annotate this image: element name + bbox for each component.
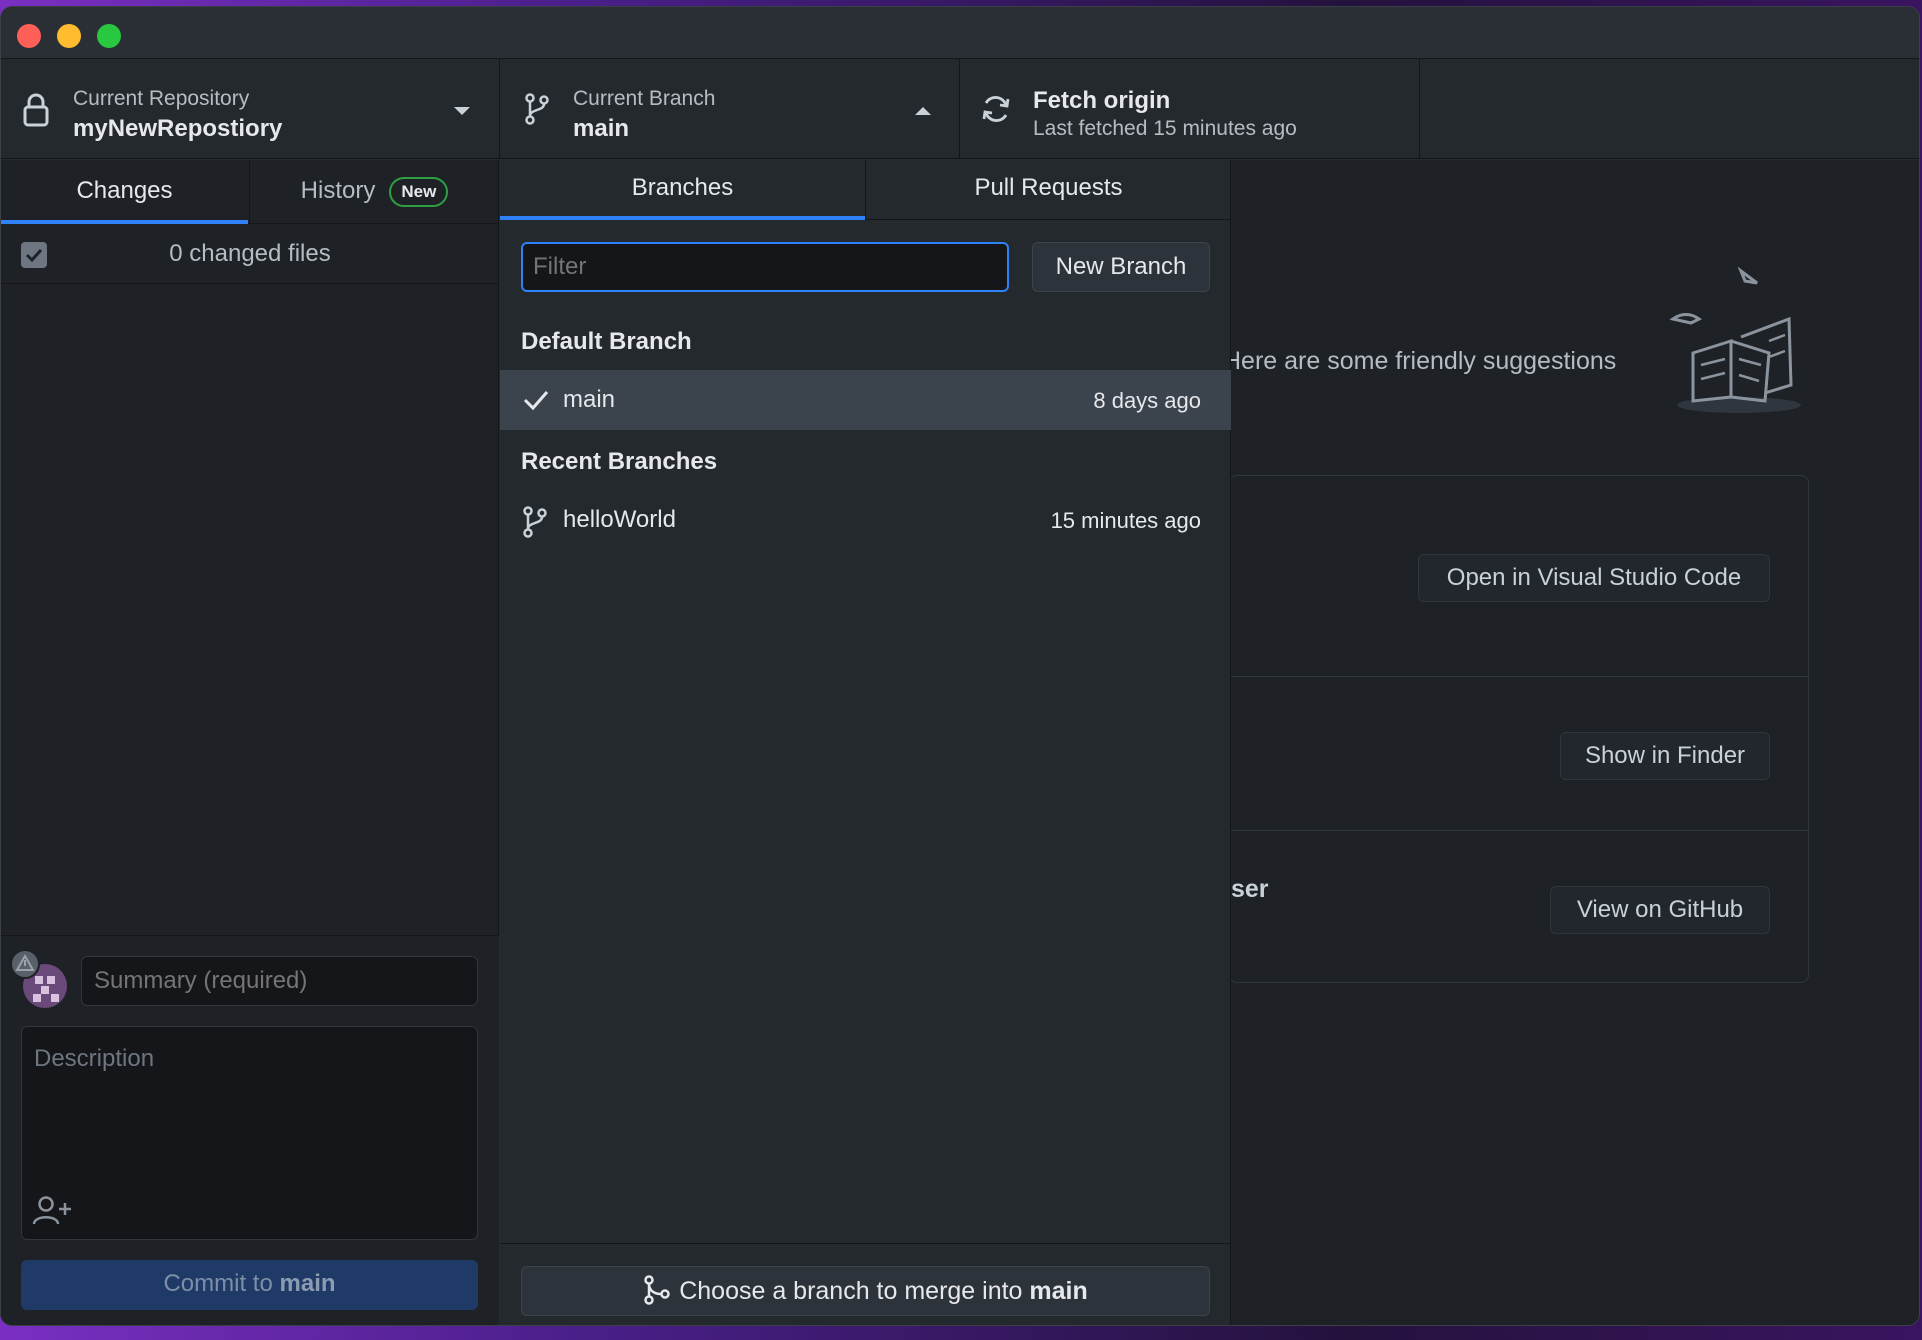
sidebar-tabs: Changes History New bbox=[1, 160, 499, 224]
repository-name: myNewRepostiory bbox=[73, 115, 283, 142]
tab-branches[interactable]: Branches bbox=[500, 160, 865, 220]
card-divider bbox=[1230, 676, 1808, 677]
fetch-title: Fetch origin bbox=[1033, 87, 1171, 114]
open-in-editor-button[interactable]: Open in Visual Studio Code bbox=[1418, 554, 1770, 602]
suggestions-text: Here are some friendly suggestions bbox=[1223, 347, 1617, 375]
description-field[interactable]: Description bbox=[21, 1026, 478, 1240]
branch-item-helloworld[interactable]: helloWorld 15 minutes ago bbox=[500, 490, 1231, 550]
caret-up-icon bbox=[915, 107, 931, 115]
caret-down-icon bbox=[454, 107, 470, 115]
git-merge-icon bbox=[644, 1275, 670, 1306]
toolbar: Current Repository myNewRepostiory Curre… bbox=[1, 59, 1919, 159]
minimize-window-button[interactable] bbox=[57, 24, 81, 48]
last-fetched-text: Last fetched 15 minutes ago bbox=[1033, 117, 1297, 140]
changed-files-count: 0 changed files bbox=[169, 240, 331, 267]
view-on-github-label: ser bbox=[1231, 875, 1269, 903]
branch-dropdown-footer: Choose a branch to merge into main bbox=[500, 1243, 1231, 1325]
branch-filter-input[interactable] bbox=[521, 242, 1009, 292]
branch-name: main bbox=[573, 115, 630, 142]
fetch-origin-button[interactable]: Fetch origin Last fetched 15 minutes ago bbox=[960, 59, 1420, 159]
new-branch-button[interactable]: New Branch bbox=[1032, 242, 1210, 292]
view-on-github-button[interactable]: View on GitHub bbox=[1550, 886, 1770, 934]
app-window: Current Repository myNewRepostiory Curre… bbox=[0, 6, 1920, 1326]
sync-icon bbox=[982, 96, 1010, 122]
current-repository-button[interactable]: Current Repository myNewRepostiory bbox=[1, 59, 500, 159]
tab-changes-label: Changes bbox=[76, 177, 173, 204]
card-divider bbox=[1230, 830, 1808, 831]
branch-dropdown: Branches Pull Requests New Branch Defaul… bbox=[500, 160, 1231, 1325]
repository-title: Current Repository bbox=[73, 87, 250, 110]
git-branch-icon bbox=[523, 506, 547, 538]
git-branch-icon bbox=[525, 93, 549, 125]
avatar bbox=[10, 949, 67, 1008]
commit-button[interactable]: Commit to main bbox=[21, 1260, 478, 1310]
zoom-window-button[interactable] bbox=[97, 24, 121, 48]
checkmark-icon bbox=[523, 391, 549, 411]
tab-history[interactable]: History New bbox=[249, 160, 499, 224]
show-in-finder-button[interactable]: Show in Finder bbox=[1560, 732, 1770, 780]
lock-icon bbox=[23, 93, 49, 127]
suggestions-card: Open in Visual Studio Code Show in Finde… bbox=[1229, 475, 1809, 983]
recent-branches-heading: Recent Branches bbox=[521, 448, 718, 475]
merge-button-prefix: Choose a branch to merge into bbox=[679, 1277, 1023, 1305]
branch-item-time: 15 minutes ago bbox=[1050, 508, 1201, 533]
branch-title: Current Branch bbox=[573, 87, 716, 110]
summary-input[interactable] bbox=[81, 956, 478, 1006]
description-placeholder: Description bbox=[34, 1045, 155, 1072]
close-window-button[interactable] bbox=[17, 24, 41, 48]
merge-button-branch: main bbox=[1029, 1277, 1088, 1305]
changed-files-row: 0 changed files bbox=[1, 224, 499, 284]
new-badge: New bbox=[389, 176, 449, 207]
tab-history-label: History bbox=[300, 177, 376, 204]
current-branch-button[interactable]: Current Branch main bbox=[500, 59, 960, 159]
merge-into-branch-button[interactable]: Choose a branch to merge into main bbox=[521, 1266, 1210, 1316]
tab-changes[interactable]: Changes bbox=[1, 160, 248, 224]
branch-dropdown-tabs: Branches Pull Requests bbox=[500, 160, 1231, 220]
sidebar: Changes History New 0 changed files Summ… bbox=[1, 160, 499, 1325]
commit-button-prefix: Commit to bbox=[163, 1270, 273, 1297]
commit-button-branch: main bbox=[279, 1270, 336, 1297]
add-coauthor-icon[interactable] bbox=[32, 1195, 72, 1227]
branch-item-name: helloWorld bbox=[563, 506, 676, 533]
branch-item-main[interactable]: main 8 days ago bbox=[500, 370, 1231, 430]
commit-area: Description Commit to main bbox=[1, 935, 499, 1325]
default-branch-heading: Default Branch bbox=[521, 328, 692, 355]
tab-pull-requests[interactable]: Pull Requests bbox=[866, 160, 1231, 220]
branch-item-name: main bbox=[563, 386, 616, 413]
branch-item-time: 8 days ago bbox=[1093, 388, 1201, 413]
illustration-icon bbox=[1669, 266, 1801, 413]
title-bar bbox=[1, 7, 1919, 59]
